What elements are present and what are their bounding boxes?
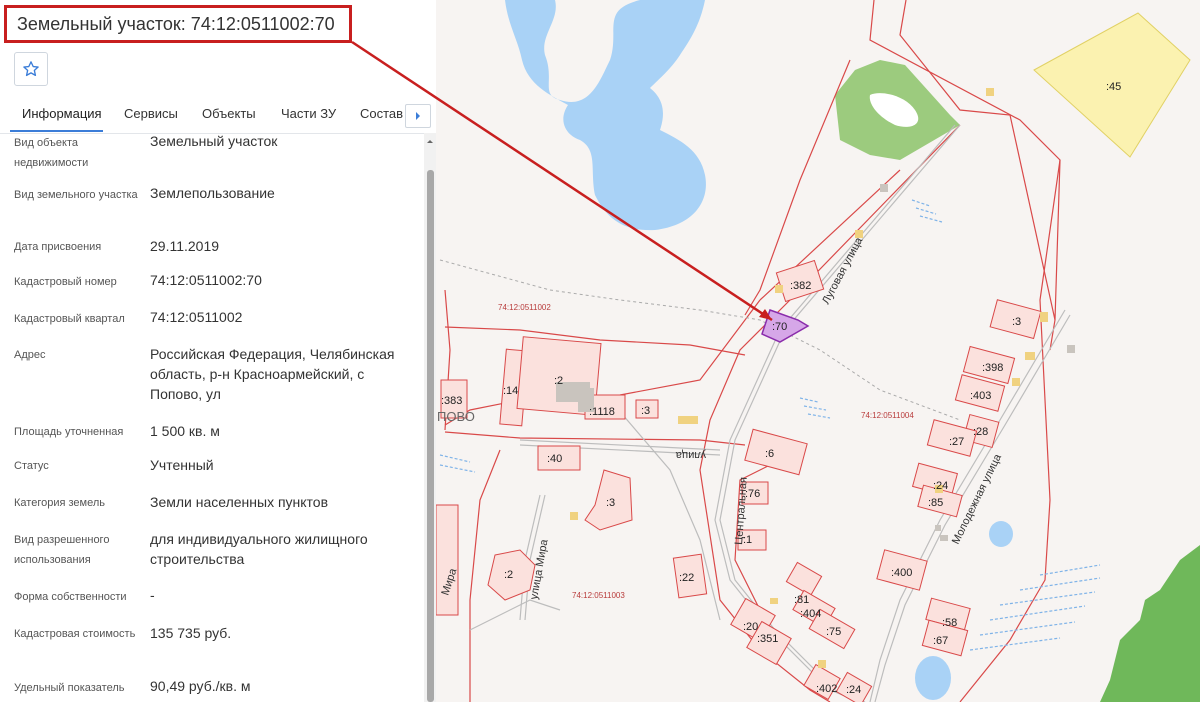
info-label: Вид разрешенного использования	[14, 534, 110, 566]
star-outline-icon	[23, 61, 39, 77]
quarter-label: 74:12:0511003	[572, 591, 625, 600]
info-label: Вид объекта недвижимости	[14, 137, 89, 169]
parcel-label: :67	[933, 635, 948, 647]
info-label: Форма собственности	[14, 591, 127, 603]
info-value: для индивидуального жилищного строительс…	[150, 531, 368, 567]
tab-services[interactable]: Сервисы	[124, 106, 178, 121]
scroll-up-arrow-icon[interactable]	[425, 136, 435, 146]
parcel-label: :351	[757, 633, 778, 645]
info-value: 74:12:0511002:70	[150, 272, 262, 288]
parcel-label: :3	[1012, 316, 1021, 328]
info-value: Земли населенных пунктов	[150, 494, 329, 510]
pond-shape	[989, 521, 1013, 547]
parcel-label: :24	[933, 480, 948, 492]
info-value: 1 500 кв. м	[150, 423, 220, 439]
info-value: 29.11.2019	[150, 238, 220, 254]
parcel-label: :1118	[589, 406, 615, 418]
parcel-label: :400	[891, 567, 912, 579]
parcel-label: :398	[982, 362, 1003, 374]
info-label: Статус	[14, 460, 49, 472]
tab-information[interactable]: Информация	[22, 106, 102, 121]
info-value: Российская Федерация, Челябинская област…	[150, 346, 395, 402]
info-label: Адрес	[14, 349, 46, 361]
parcel-label: :14	[503, 385, 518, 397]
scrollbar-thumb[interactable]	[427, 170, 434, 702]
tab-objects[interactable]: Объекты	[202, 106, 256, 121]
parcel-label: :382	[790, 280, 811, 292]
info-panel: Земельный участок: 74:12:0511002:70 Инфо…	[0, 0, 436, 702]
tab-composition[interactable]: Состав	[360, 106, 403, 121]
parcel-label: :81	[794, 594, 809, 606]
parcel-label: :24	[846, 684, 861, 696]
info-value: Земельный участок	[150, 133, 278, 149]
info-value: Учтенный	[150, 457, 214, 473]
parcel-label: :2	[504, 569, 513, 581]
favorite-button[interactable]	[14, 52, 48, 86]
info-label: Категория земель	[14, 497, 105, 509]
parcel-label: :403	[970, 390, 991, 402]
parcel-label: :58	[942, 617, 957, 629]
info-label: Дата присвоения	[14, 241, 102, 253]
info-label: Кадастровый квартал	[14, 313, 125, 325]
quarter-label: 74:12:0511004	[861, 411, 914, 420]
lake-shape	[505, 0, 706, 231]
tab-bar: Информация Сервисы Объекты Части ЗУ Сост…	[0, 99, 436, 134]
village-label: ПОВО	[437, 409, 475, 424]
parcel-label: :3	[606, 497, 615, 509]
parcel-label: :40	[547, 453, 562, 465]
parcel-label: :75	[826, 626, 841, 638]
parcel-label: :383	[441, 395, 462, 407]
map-canvas[interactable]: 74:12:0511002 74:12:0511004 74:12:051100…	[436, 0, 1200, 702]
info-label: Кадастровый номер	[14, 276, 117, 288]
parcel-label: :20	[743, 621, 758, 633]
parcel-label: :3	[641, 405, 650, 417]
info-label: Удельный показатель	[14, 682, 125, 694]
info-list: Вид объекта недвижимости Земельный участ…	[0, 133, 424, 702]
parcel-label: :85	[928, 497, 943, 509]
chevron-right-icon	[416, 112, 420, 120]
info-value: Землепользование	[150, 185, 275, 201]
selected-parcel-label: :70	[772, 321, 787, 333]
parcel-label: :45	[1106, 81, 1121, 93]
title-highlight-box: Земельный участок: 74:12:0511002:70	[4, 5, 352, 43]
parcel-label: :6	[765, 448, 774, 460]
parcel-label: :404	[800, 608, 821, 620]
tab-parcel-parts[interactable]: Части ЗУ	[281, 106, 336, 121]
cadastral-map[interactable]: 74:12:0511002 74:12:0511004 74:12:051100…	[436, 0, 1200, 702]
quarter-label: 74:12:0511002	[498, 303, 551, 312]
active-tab-indicator	[10, 130, 103, 132]
info-value: 135 735 руб.	[150, 625, 232, 641]
info-value: 90,49 руб./кв. м	[150, 678, 251, 694]
parcel-6	[744, 428, 808, 476]
parcel-label: :2	[554, 375, 563, 387]
street-label: улица	[675, 449, 706, 461]
forest-area	[1100, 545, 1200, 702]
parcel-label: :22	[679, 572, 694, 584]
tabs-scroll-right-button[interactable]	[405, 104, 431, 128]
info-label: Кадастровая стоимость	[14, 628, 136, 640]
parcel-label: :28	[973, 426, 988, 438]
page-title: Земельный участок: 74:12:0511002:70	[17, 14, 335, 34]
parcel-label: :402	[816, 683, 837, 695]
pond-shape	[915, 656, 951, 700]
info-value: 74:12:0511002	[150, 309, 243, 325]
info-value: -	[150, 587, 155, 603]
info-label: Площадь уточненная	[14, 426, 124, 438]
parcel-left-edge	[436, 504, 459, 616]
parcel-label: :27	[949, 436, 964, 448]
info-label: Вид земельного участка	[14, 189, 138, 201]
